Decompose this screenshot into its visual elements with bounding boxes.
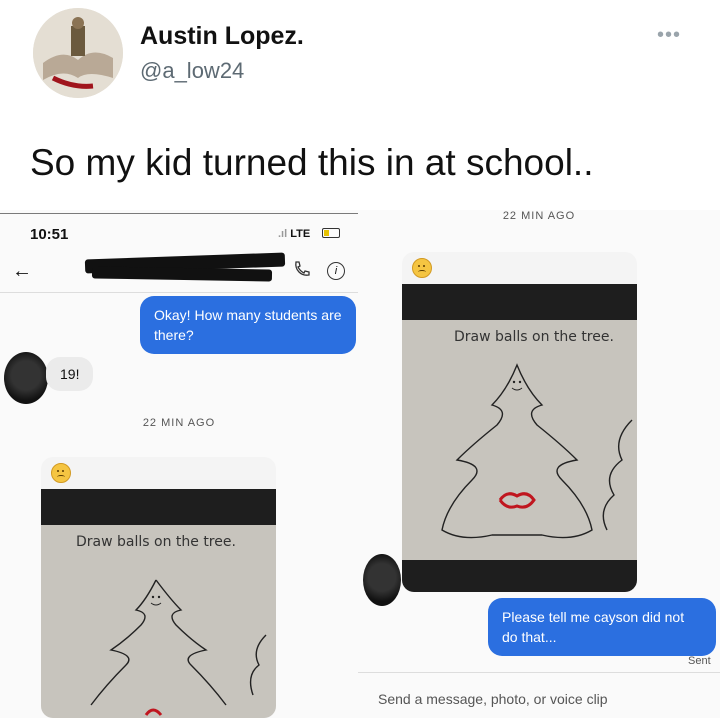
contact-avatar <box>363 554 401 606</box>
compose-input[interactable]: Send a message, photo, or voice clip <box>378 691 608 707</box>
more-horizontal-icon[interactable]: ••• <box>657 24 681 47</box>
tree-drawing <box>441 363 633 539</box>
tweet-text: So my kid turned this in at school.. <box>30 142 594 183</box>
photo-dark-band <box>402 284 637 320</box>
image-message[interactable]: Draw balls on the tree. <box>41 457 276 718</box>
network-indicator: .ıl LTE <box>278 228 310 240</box>
divider <box>0 213 358 214</box>
back-arrow-icon[interactable]: ← <box>12 260 32 283</box>
author-handle[interactable]: @a_low24 <box>140 58 244 84</box>
tree-drawing <box>90 579 267 716</box>
header-divider <box>0 292 358 293</box>
emoji-icon <box>51 463 71 483</box>
message-timestamp: 22 MIN AGO <box>142 417 216 429</box>
left-screenshot: 10:51 .ıl LTE ← i Okay! How many student… <box>0 210 358 718</box>
compose-divider <box>358 672 720 673</box>
phone-icon[interactable] <box>293 260 311 278</box>
profile-avatar[interactable] <box>33 8 123 98</box>
emoji-icon <box>412 258 432 278</box>
battery-icon <box>322 228 340 238</box>
message-bubble-outgoing: Please tell me cayson did not do that... <box>488 598 716 656</box>
photo-dark-band <box>402 560 637 592</box>
message-timestamp: 22 MIN AGO <box>502 210 576 222</box>
sent-status: Sent <box>688 655 711 667</box>
signal-icon: .ıl <box>278 228 288 240</box>
contact-avatar <box>4 352 48 404</box>
right-screenshot: 22 MIN AGO Draw balls on the tree. Pleas… <box>358 210 720 718</box>
info-icon[interactable]: i <box>327 262 345 280</box>
message-bubble-incoming: 19! <box>46 357 94 391</box>
worksheet-photo: Draw balls on the tree. <box>41 525 276 718</box>
author-name[interactable]: Austin Lopez. <box>140 22 304 51</box>
image-message[interactable]: Draw balls on the tree. <box>402 252 637 592</box>
avatar-photo <box>33 8 123 98</box>
status-time: 10:51 <box>30 226 69 243</box>
redaction-scribble <box>91 266 273 282</box>
network-label: LTE <box>290 228 311 240</box>
photo-dark-band <box>41 489 276 525</box>
message-bubble-outgoing: Okay! How many students are there? <box>140 296 356 354</box>
worksheet-photo: Draw balls on the tree. <box>402 320 637 560</box>
